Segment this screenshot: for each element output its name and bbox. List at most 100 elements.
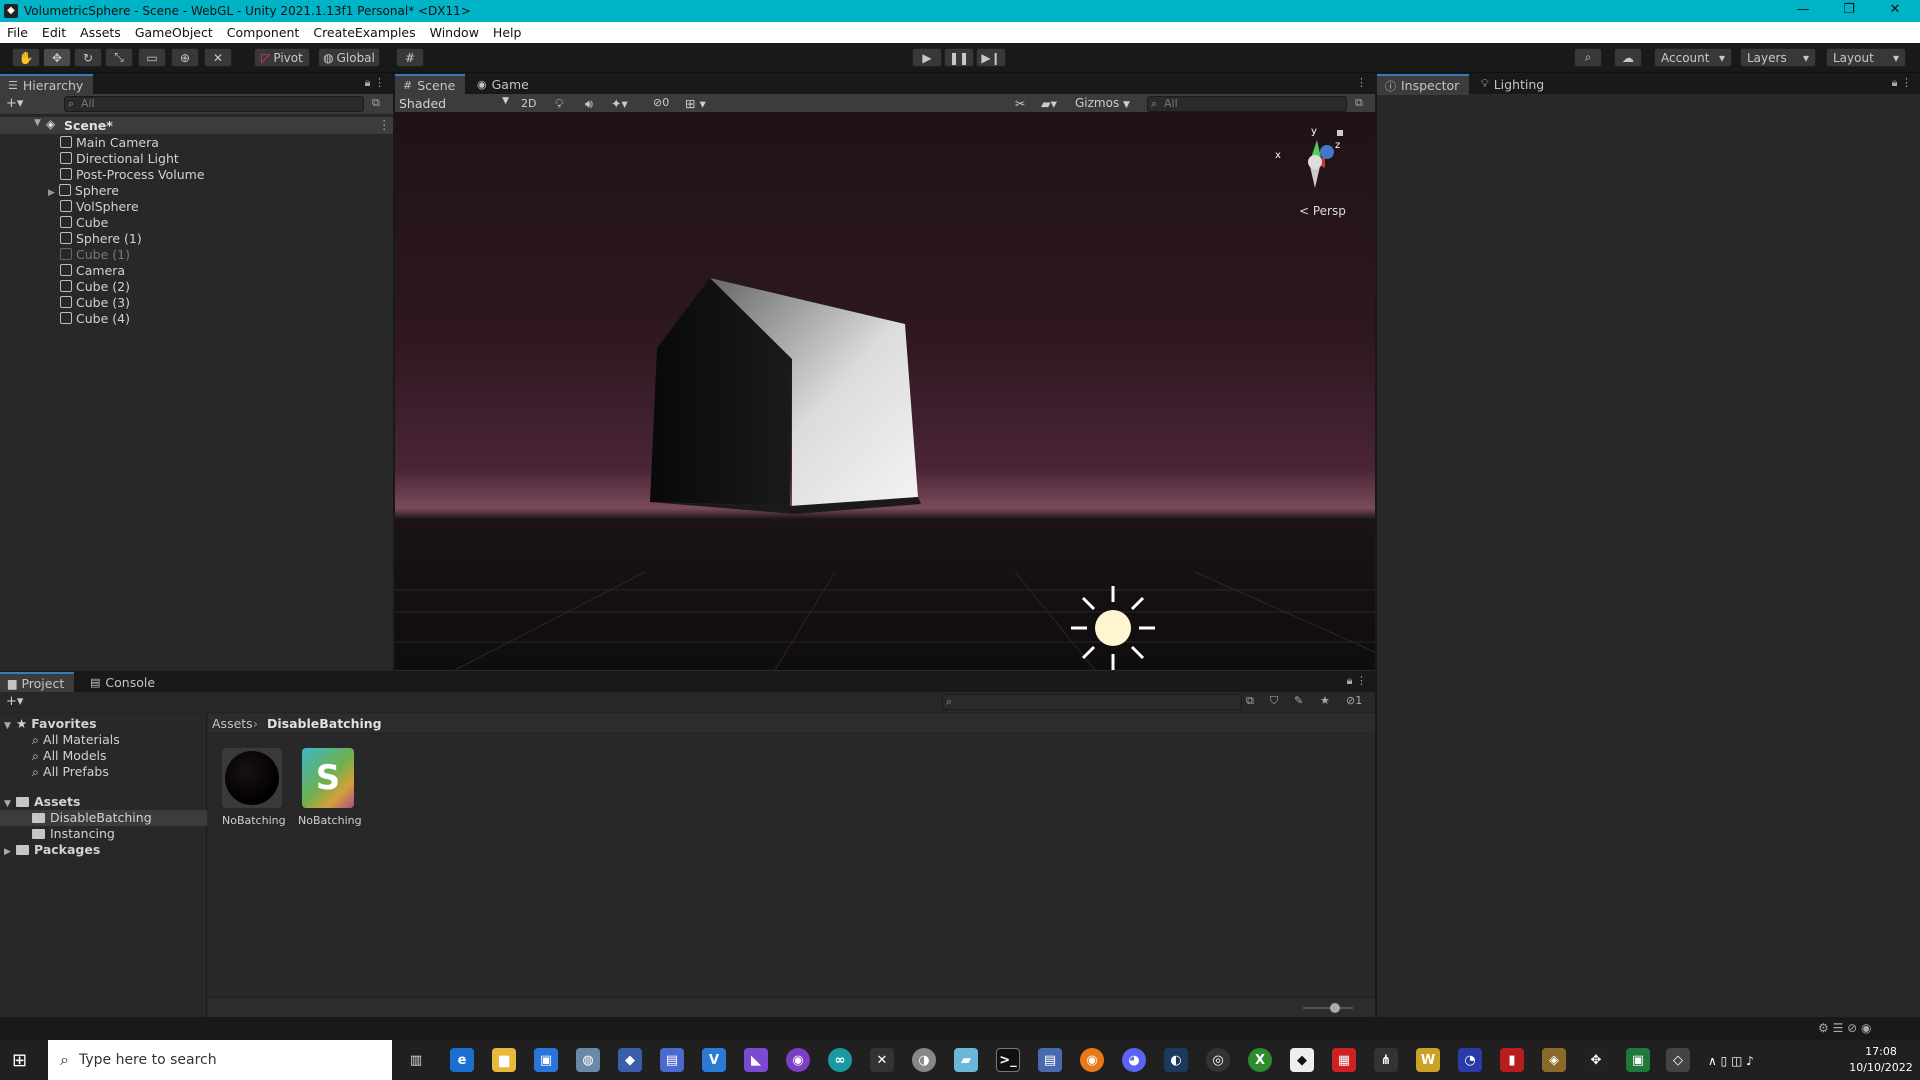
layers-dropdown[interactable]: Layers ▾ <box>1740 48 1816 67</box>
global-toggle[interactable]: ◍ Global <box>318 48 380 67</box>
assets-folder-item[interactable]: Instancing <box>32 826 115 842</box>
assets-folder-item[interactable]: DisableBatching <box>32 810 152 826</box>
app-icon[interactable]: ◑ <box>912 1048 936 1072</box>
menu-file[interactable]: File <box>0 25 35 40</box>
lock-icon[interactable]: 🔒︎ ⋮ <box>1347 674 1367 688</box>
hand-tool-icon[interactable]: ✋ <box>12 48 40 67</box>
app-icon[interactable]: ▣ <box>1626 1048 1650 1072</box>
audio-toggle-icon[interactable]: 🔊︎ <box>585 96 593 112</box>
tag-icon[interactable]: ✎ <box>1294 694 1303 707</box>
menu-createexamples[interactable]: CreateExamples <box>306 25 422 40</box>
app-icon[interactable]: ✥ <box>1584 1048 1608 1072</box>
list-item[interactable]: Main Camera <box>60 135 159 151</box>
list-item[interactable]: Cube (4) <box>60 311 130 327</box>
hidden-objects-toggle[interactable]: ⊘0 <box>653 96 669 109</box>
tab-hierarchy[interactable]: ☰ Hierarchy <box>0 74 94 95</box>
favorites-node[interactable]: ▼ ★ Favorites <box>4 716 97 732</box>
tools-icon[interactable]: ✂ <box>1015 96 1025 111</box>
favorites-item[interactable]: ⌕ All Models <box>32 748 107 764</box>
breadcrumb-item[interactable]: DisableBatching <box>267 716 382 731</box>
expand-icon[interactable]: ▶ <box>48 188 55 198</box>
file-explorer-icon[interactable]: ▆ <box>492 1048 516 1072</box>
task-view-icon[interactable]: ▥ <box>404 1048 428 1072</box>
tab-inspector[interactable]: ⓘ Inspector <box>1377 74 1470 95</box>
menu-edit[interactable]: Edit <box>35 25 73 40</box>
custom-tool-icon[interactable]: ✕ <box>204 48 232 67</box>
app-icon[interactable]: ▤ <box>1038 1048 1062 1072</box>
hidden-packages-toggle[interactable]: ⊘1 <box>1346 694 1362 707</box>
expand-icon[interactable]: ▼ <box>4 718 16 734</box>
list-item[interactable]: Camera <box>60 263 125 279</box>
zoom-slider-track[interactable] <box>1303 1007 1353 1009</box>
lock-icon[interactable]: 🔒︎ ⋮ <box>1892 76 1912 90</box>
scale-tool-icon[interactable]: ⤡ <box>105 48 133 67</box>
tab-console[interactable]: ▤ Console <box>82 672 165 692</box>
step-button[interactable]: ▶❙ <box>976 48 1006 67</box>
scene-row[interactable]: ▼ ◈ Scene* ⋮ <box>0 117 393 134</box>
move-tool-icon[interactable]: ✥ <box>43 48 71 67</box>
hierarchy-search-input[interactable]: All <box>64 96 364 112</box>
asset-item[interactable]: NoBatching <box>222 748 286 828</box>
add-object-button[interactable]: +▾ <box>6 96 23 111</box>
store-icon[interactable]: ▣ <box>534 1048 558 1072</box>
app-icon[interactable]: ▰ <box>954 1048 978 1072</box>
status-icons[interactable]: ⚙ ☰ ⊘ ◉ <box>1818 1021 1871 1035</box>
shading-mode-dropdown[interactable]: Shaded ▼ <box>399 96 513 112</box>
edge-icon[interactable]: e <box>450 1048 474 1072</box>
perspective-label[interactable]: < Persp <box>1299 204 1346 218</box>
menu-assets[interactable]: Assets <box>73 25 128 40</box>
unity-editor-icon[interactable]: ◇ <box>1666 1048 1690 1072</box>
tab-project[interactable]: ▆ Project <box>0 672 75 693</box>
favorite-star-icon[interactable]: ★ <box>1320 694 1330 707</box>
app-icon[interactable]: ◈ <box>1542 1048 1566 1072</box>
search-by-type-icon[interactable]: ⧉ <box>1246 694 1254 708</box>
list-item[interactable]: Cube (1) <box>60 247 130 263</box>
favorites-item[interactable]: ⌕ All Materials <box>32 732 120 748</box>
app-icon[interactable]: ▤ <box>660 1048 684 1072</box>
system-tray-icons[interactable]: ∧ ▯ ◫ ♪ <box>1708 1054 1754 1068</box>
app-icon[interactable]: ⋔ <box>1374 1048 1398 1072</box>
list-item[interactable]: Cube (3) <box>60 295 130 311</box>
cube-object[interactable] <box>650 278 921 514</box>
account-dropdown[interactable]: Account ▾ <box>1654 48 1732 67</box>
windows-start-icon[interactable]: ⊞ <box>12 1050 27 1071</box>
list-item[interactable]: Sphere (1) <box>60 231 142 247</box>
app-icon[interactable]: W <box>1416 1048 1440 1072</box>
restore-button[interactable]: ❐ <box>1826 0 1872 22</box>
effects-dropdown-icon[interactable]: ✦▾ <box>611 96 628 111</box>
orientation-gizmo[interactable]: x y z <box>1275 126 1345 196</box>
search-options-icon[interactable]: ⧉ <box>372 96 380 110</box>
panel-menu-icon[interactable]: ⋮ <box>1356 76 1367 89</box>
list-item[interactable]: Cube <box>60 215 108 231</box>
unity-hub-icon[interactable]: ◆ <box>1290 1048 1314 1072</box>
search-by-label-icon[interactable]: ⛉ <box>1270 694 1278 708</box>
github-icon[interactable]: ◉ <box>786 1048 810 1072</box>
minimize-button[interactable]: — <box>1780 0 1826 22</box>
app-icon[interactable]: ▮ <box>1500 1048 1524 1072</box>
directional-light-icon[interactable] <box>1071 586 1155 670</box>
tab-lighting[interactable]: 💡︎ Lighting <box>1473 74 1554 94</box>
expand-icon[interactable]: ▼ <box>34 118 41 128</box>
xbox-icon[interactable]: X <box>1248 1048 1272 1072</box>
vscode-icon[interactable]: V <box>702 1048 726 1072</box>
app-icon[interactable]: ◍ <box>576 1048 600 1072</box>
steam-icon[interactable]: ◐ <box>1164 1048 1188 1072</box>
terminal-icon[interactable]: >_ <box>996 1048 1020 1072</box>
app-icon[interactable]: ◔ <box>1458 1048 1482 1072</box>
create-asset-button[interactable]: +▾ <box>6 694 23 709</box>
search-options-icon[interactable]: ⧉ <box>1355 96 1363 110</box>
lock-icon[interactable]: 🔒︎ ⋮ <box>365 76 385 90</box>
discord-icon[interactable]: ◕ <box>1122 1048 1146 1072</box>
scene-menu-icon[interactable]: ⋮ <box>378 117 391 132</box>
zoom-slider-handle[interactable] <box>1330 1003 1340 1013</box>
gizmos-dropdown[interactable]: Gizmos ▼ <box>1075 96 1130 110</box>
arduino-icon[interactable]: ∞ <box>828 1048 852 1072</box>
grid-snap-icon[interactable]: # <box>396 48 424 67</box>
tab-game[interactable]: ◉ Game <box>469 74 539 94</box>
app-icon[interactable]: ✕ <box>870 1048 894 1072</box>
scene-search-input[interactable]: All <box>1147 96 1347 112</box>
grid-dropdown-icon[interactable]: ⊞ ▾ <box>685 96 706 111</box>
menu-window[interactable]: Window <box>423 25 486 40</box>
expand-icon[interactable]: ▶ <box>4 844 16 860</box>
clock[interactable]: 17:08 10/10/2022 <box>1844 1044 1918 1076</box>
